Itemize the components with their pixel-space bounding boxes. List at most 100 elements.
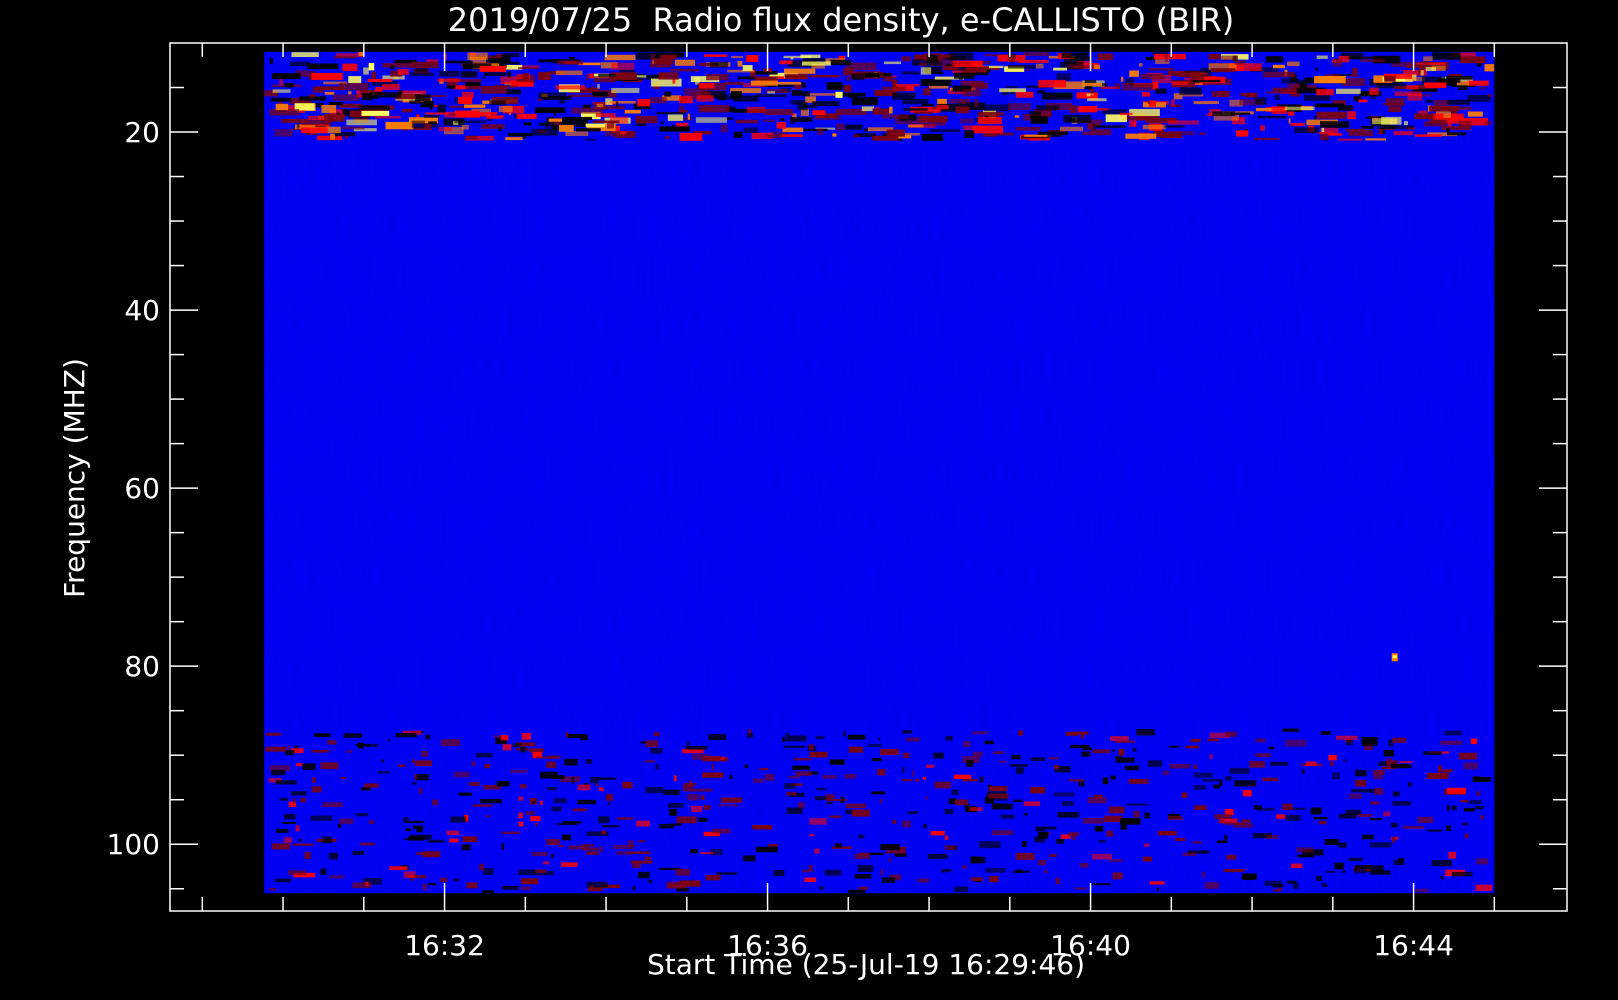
heatmap-cell (333, 56, 357, 59)
heatmap-cell (1440, 876, 1444, 880)
heatmap-cell (1273, 889, 1281, 892)
heatmap-cell (779, 60, 793, 65)
heatmap-cell (977, 117, 1002, 125)
heatmap-cell (743, 127, 758, 133)
heatmap-cell (1475, 805, 1484, 810)
heatmap-cell (752, 778, 764, 783)
heatmap-cell (539, 122, 554, 127)
heatmap-cell (1174, 838, 1186, 842)
heatmap-cell (1255, 807, 1275, 811)
heatmap-cell (802, 61, 831, 66)
heatmap-cell (1467, 80, 1489, 86)
heatmap-cell (1069, 105, 1078, 114)
heatmap-cell (1433, 113, 1444, 119)
heatmap-cell (767, 91, 775, 94)
heatmap-cell (954, 799, 969, 806)
heatmap-cell (620, 131, 627, 135)
heatmap-cell (848, 746, 863, 753)
heatmap-cell (1082, 818, 1104, 824)
heatmap-cell (1378, 128, 1383, 135)
heatmap-cell (1399, 761, 1413, 764)
heatmap-cell (1234, 60, 1246, 65)
heatmap-cell (1341, 870, 1346, 873)
heatmap-cell (651, 78, 682, 87)
heatmap-cell (341, 126, 365, 130)
heatmap-cell (437, 78, 461, 82)
heatmap-cell (971, 877, 983, 881)
heatmap-cell (836, 123, 845, 131)
heatmap-cell (584, 138, 596, 141)
heatmap-cell (311, 786, 322, 793)
heatmap-cell (1168, 816, 1183, 820)
heatmap-cell (627, 840, 634, 847)
heatmap-cell (1038, 79, 1066, 88)
heatmap-cell (864, 128, 869, 132)
heatmap-cell (1231, 112, 1251, 115)
heatmap-cell (954, 886, 969, 893)
heatmap-cell (705, 875, 721, 881)
heatmap-cell (784, 74, 808, 80)
heatmap-cell (920, 79, 952, 86)
heatmap-cell (283, 837, 293, 843)
heatmap-cell (644, 856, 651, 861)
heatmap-cell (902, 766, 905, 774)
heatmap-cell (275, 878, 291, 883)
heatmap-cell (328, 102, 343, 106)
heatmap-cell (879, 798, 883, 804)
heatmap-cell (1282, 803, 1293, 810)
heatmap-cell (421, 750, 429, 757)
heatmap-cell (298, 838, 303, 842)
heatmap-cell (1423, 751, 1442, 755)
heatmap-cell (991, 803, 1013, 810)
heatmap-cell (438, 127, 453, 132)
heatmap-cell (272, 73, 301, 80)
heatmap-cell (998, 111, 1005, 116)
heatmap-cell (1392, 837, 1396, 843)
heatmap-cell (1420, 61, 1430, 65)
heatmap-cell (1154, 53, 1186, 60)
heatmap-cell (1423, 121, 1447, 127)
heatmap-cell (320, 762, 339, 770)
heatmap-cell (1129, 779, 1143, 783)
heatmap-cell (1105, 114, 1127, 123)
heatmap-cell (565, 732, 569, 738)
heatmap-cell (998, 760, 1007, 763)
heatmap-cell (902, 779, 913, 782)
heatmap-cell (1201, 871, 1206, 878)
heatmap-cell (437, 104, 446, 113)
heatmap-cell (1134, 122, 1137, 127)
heatmap-cell (963, 125, 986, 130)
heatmap-cell (750, 80, 778, 86)
heatmap-cell (287, 745, 291, 751)
heatmap-cell (1348, 56, 1376, 59)
heatmap-cell (993, 751, 1003, 754)
heatmap-cell (359, 105, 390, 110)
heatmap-cell (615, 101, 619, 108)
heatmap-cell (695, 117, 727, 123)
heatmap-cell (691, 788, 713, 792)
heatmap-cell (779, 118, 785, 121)
heatmap-cell (531, 128, 558, 136)
heatmap-cell (1068, 832, 1079, 836)
heatmap-cell (1433, 100, 1449, 106)
heatmap-cell (844, 85, 852, 92)
heatmap-cell (412, 782, 417, 785)
heatmap-cell (1156, 887, 1160, 891)
heatmap-cell (721, 797, 743, 803)
heatmap-cell (1332, 58, 1343, 67)
heatmap-cell (638, 840, 645, 843)
heatmap-cell (358, 52, 364, 56)
heatmap-cell (786, 735, 807, 742)
heatmap-cell (307, 63, 339, 70)
heatmap-cell (521, 878, 539, 885)
heatmap-cell (1168, 745, 1180, 748)
heatmap-cell (1425, 99, 1433, 103)
heatmap-cell (1402, 825, 1425, 829)
heatmap-cell (304, 852, 311, 859)
heatmap-cell (783, 55, 812, 59)
heatmap-cell (518, 812, 523, 819)
heatmap-cell (1462, 822, 1469, 826)
heatmap-cell (282, 822, 296, 824)
heatmap-cell (635, 115, 658, 124)
heatmap-cell (284, 814, 296, 820)
